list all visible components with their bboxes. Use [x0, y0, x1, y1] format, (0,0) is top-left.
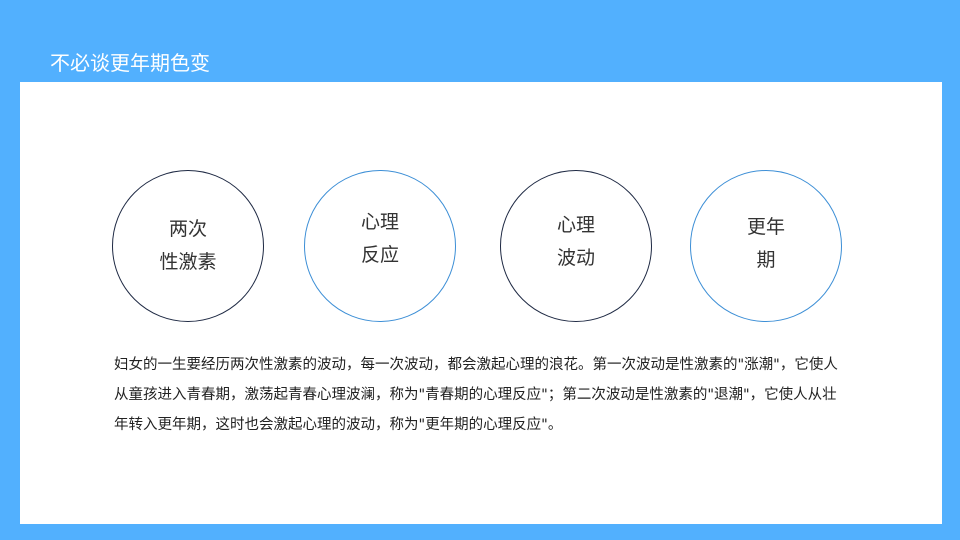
slide-title: 不必谈更年期色变: [50, 51, 210, 75]
circle-label: 更年 期: [747, 211, 785, 277]
slide: 不必谈更年期色变 两次 性激素 心理 反应 心理 波动 更年 期 妇女的一生要经…: [0, 0, 960, 540]
circle-label-line2: 性激素: [159, 251, 217, 273]
body-paragraph: 妇女的一生要经历两次性激素的波动，每一次波动，都会激起心理的浪花。第一次波动是性…: [114, 357, 838, 433]
circle-two-hormones: 两次 性激素: [112, 170, 264, 322]
circle-menopause: 更年 期: [690, 170, 842, 322]
circle-psych-fluctuation: 心理 波动: [500, 170, 652, 322]
circle-psych-reaction: 心理 反应: [304, 170, 456, 322]
circle-label-line2: 期: [756, 249, 776, 271]
circle-label: 心理 反应: [361, 206, 399, 272]
circle-label-line2: 波动: [556, 247, 595, 269]
circle-label-line1: 两次: [168, 218, 207, 240]
circle-label: 心理 波动: [557, 209, 595, 275]
circle-label-line2: 反应: [360, 244, 399, 266]
circle-label: 两次 性激素: [159, 213, 216, 279]
circle-label-line1: 更年: [746, 216, 785, 238]
circle-label-line1: 心理: [556, 214, 595, 236]
circle-label-line1: 心理: [360, 211, 399, 233]
